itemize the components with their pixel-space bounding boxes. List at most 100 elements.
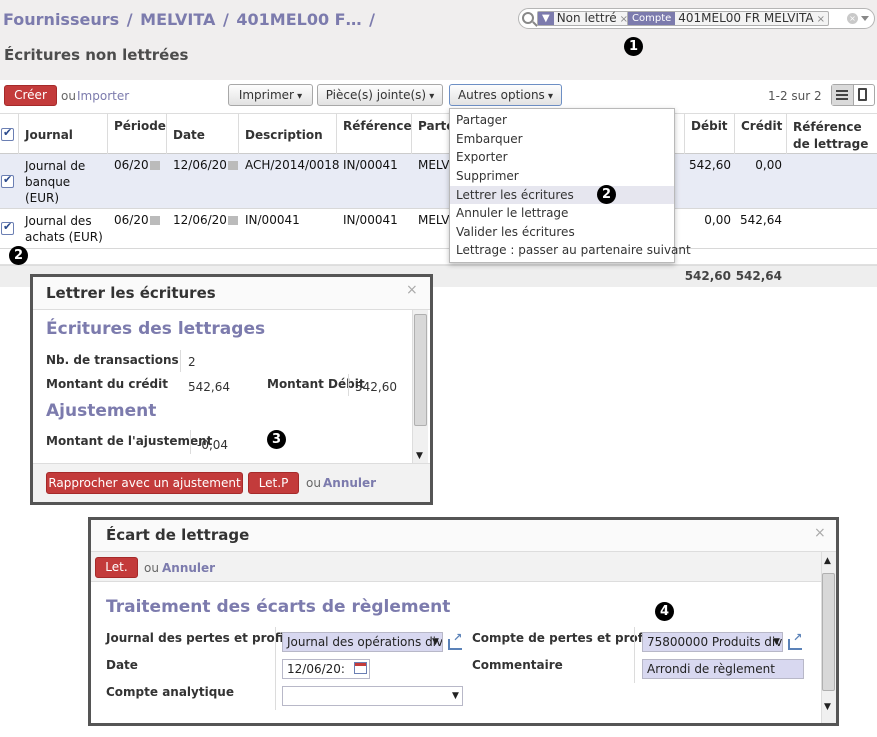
pager: 1-2 sur 2 [768,89,822,103]
menu-item-unreconcile[interactable]: Annuler le lettrage [456,206,568,220]
cancel-link[interactable]: Annuler [162,561,215,575]
section-title-reconciliations: Écritures des lettrages [46,319,266,339]
chevron-down-icon: ▼ [773,637,780,647]
callout-badge-2: 2 [9,246,28,265]
debit-amount-label: Montant Débit [267,377,365,391]
scrollbar-thumb[interactable] [822,573,835,691]
breadcrumb-separator: / [222,10,229,29]
row-checkbox[interactable] [1,173,14,188]
breadcrumb-item-fournisseurs[interactable]: Fournisseurs [3,10,119,29]
column-header-description[interactable]: Description [245,128,323,142]
menu-item-reconcile[interactable]: Lettrer les écritures [456,188,574,202]
cell-credit: 542,64 [740,213,782,227]
total-credit: 542,64 [735,269,782,283]
credit-amount-value: 542,64 [188,380,230,394]
account-label: Compte de pertes et profits [472,631,660,645]
calendar-icon[interactable] [354,662,367,674]
column-header-period[interactable]: Période [114,119,166,133]
nb-transactions-label: Nb. de transactions [46,353,179,367]
comment-field[interactable]: Arrondi de règlement [642,659,804,679]
redacted-mark [149,216,160,225]
analytic-account-label: Compte analytique [106,685,234,699]
redacted-mark [149,161,160,170]
more-options-button[interactable]: Autres options [449,84,562,106]
form-view-icon[interactable] [858,88,867,101]
scroll-up-icon[interactable]: ▲ [824,556,831,566]
menu-item-embed[interactable]: Embarquer [456,132,523,146]
external-link-icon[interactable] [788,631,802,650]
date-label: Date [106,658,138,672]
filter-icon: ▼ [538,12,554,25]
cell-reference: IN/00041 [343,213,398,227]
reconcile-button[interactable]: Let. [95,557,138,578]
scroll-down-icon[interactable]: ▼ [416,451,423,461]
remove-facet-icon[interactable]: × [817,14,828,25]
comment-label: Commentaire [472,658,563,672]
create-button[interactable]: Créer [4,85,57,106]
cell-date: 12/06/20 [173,213,238,227]
adjustment-amount-value: -0,04 [197,438,229,452]
breadcrumb-item-melvita[interactable]: MELVITA [140,10,215,29]
section-title-writeoff: Traitement des écarts de règlement [106,597,451,617]
cell-debit: 0,00 [704,213,731,227]
close-icon[interactable]: × [814,525,826,541]
cell-period: 06/20 [114,158,160,172]
column-header-date[interactable]: Date [173,128,205,142]
import-link[interactable]: Importer [77,89,129,103]
partial-reconcile-button[interactable]: Let.P [248,472,299,494]
callout-badge-2b: 2 [597,185,616,204]
column-header-reconcile-ref[interactable]: Référence de lettrage [793,119,875,153]
menu-item-next-partner[interactable]: Lettrage : passer au partenaire suivant [456,243,691,257]
cell-partner: MELV [418,213,450,227]
chevron-down-icon: ▼ [452,691,459,701]
search-facet-account[interactable]: Compte 401MEL00 FR MELVITA × [627,11,829,26]
cell-description: ACH/2014/0018 [245,158,340,172]
cell-reference: IN/00041 [343,158,398,172]
journal-select[interactable]: Journal des opérations div [282,632,443,652]
cell-period: 06/20 [114,213,160,227]
chevron-down-icon: ▼ [432,637,439,647]
cell-journal: Journal des achats (EUR) [25,214,103,244]
column-header-credit[interactable]: Crédit [741,119,782,133]
cell-debit: 542,60 [689,158,731,172]
menu-item-validate[interactable]: Valider les écritures [456,225,575,239]
redacted-mark [227,161,238,170]
clear-search-icon[interactable]: × [847,13,858,24]
or-text: ou [144,561,159,575]
print-button[interactable]: Imprimer [228,84,313,106]
scrollbar-thumb[interactable] [414,314,427,426]
cancel-link[interactable]: Annuler [323,476,376,490]
column-header-reference[interactable]: Référence [343,119,412,133]
external-link-icon[interactable] [448,631,462,650]
cell-credit: 0,00 [755,158,782,172]
select-all-checkbox[interactable] [1,126,14,141]
column-header-debit[interactable]: Débit [691,119,728,133]
callout-badge-3: 3 [267,430,286,449]
search-facet-filter[interactable]: ▼ Non lettré × [537,11,633,26]
menu-item-delete[interactable]: Supprimer [456,169,519,183]
scroll-down-icon[interactable]: ▼ [824,702,831,712]
reconcile-with-adjustment-button[interactable]: Rapprocher avec un ajustement [46,472,243,494]
search-icon [522,12,534,24]
menu-item-export[interactable]: Exporter [456,150,508,164]
breadcrumb-item-account[interactable]: 401MEL00 F… [236,10,361,29]
redacted-mark [227,216,238,225]
close-icon[interactable]: × [406,282,418,298]
row-checkbox[interactable] [1,220,14,235]
or-text: ou [306,476,321,490]
reconcile-dialog-title: Lettrer les écritures [46,284,216,302]
cell-date: 12/06/20 [173,158,238,172]
column-header-journal[interactable]: Journal [25,128,73,142]
menu-item-share[interactable]: Partager [456,113,507,127]
attachments-button[interactable]: Pièce(s) jointe(s) [317,84,443,106]
analytic-account-select[interactable] [282,686,463,706]
table-row-empty [0,249,877,265]
cell-journal: Journal de banque (EUR) [25,159,86,205]
cell-partner: MELV [418,158,450,172]
list-view-icon[interactable] [836,90,848,100]
total-debit: 542,60 [684,269,731,283]
writeoff-dialog-title: Écart de lettrage [106,526,250,544]
or-text: ou [61,89,76,103]
account-select[interactable]: 75800000 Produits div [642,632,783,652]
search-options-icon[interactable] [861,16,869,21]
